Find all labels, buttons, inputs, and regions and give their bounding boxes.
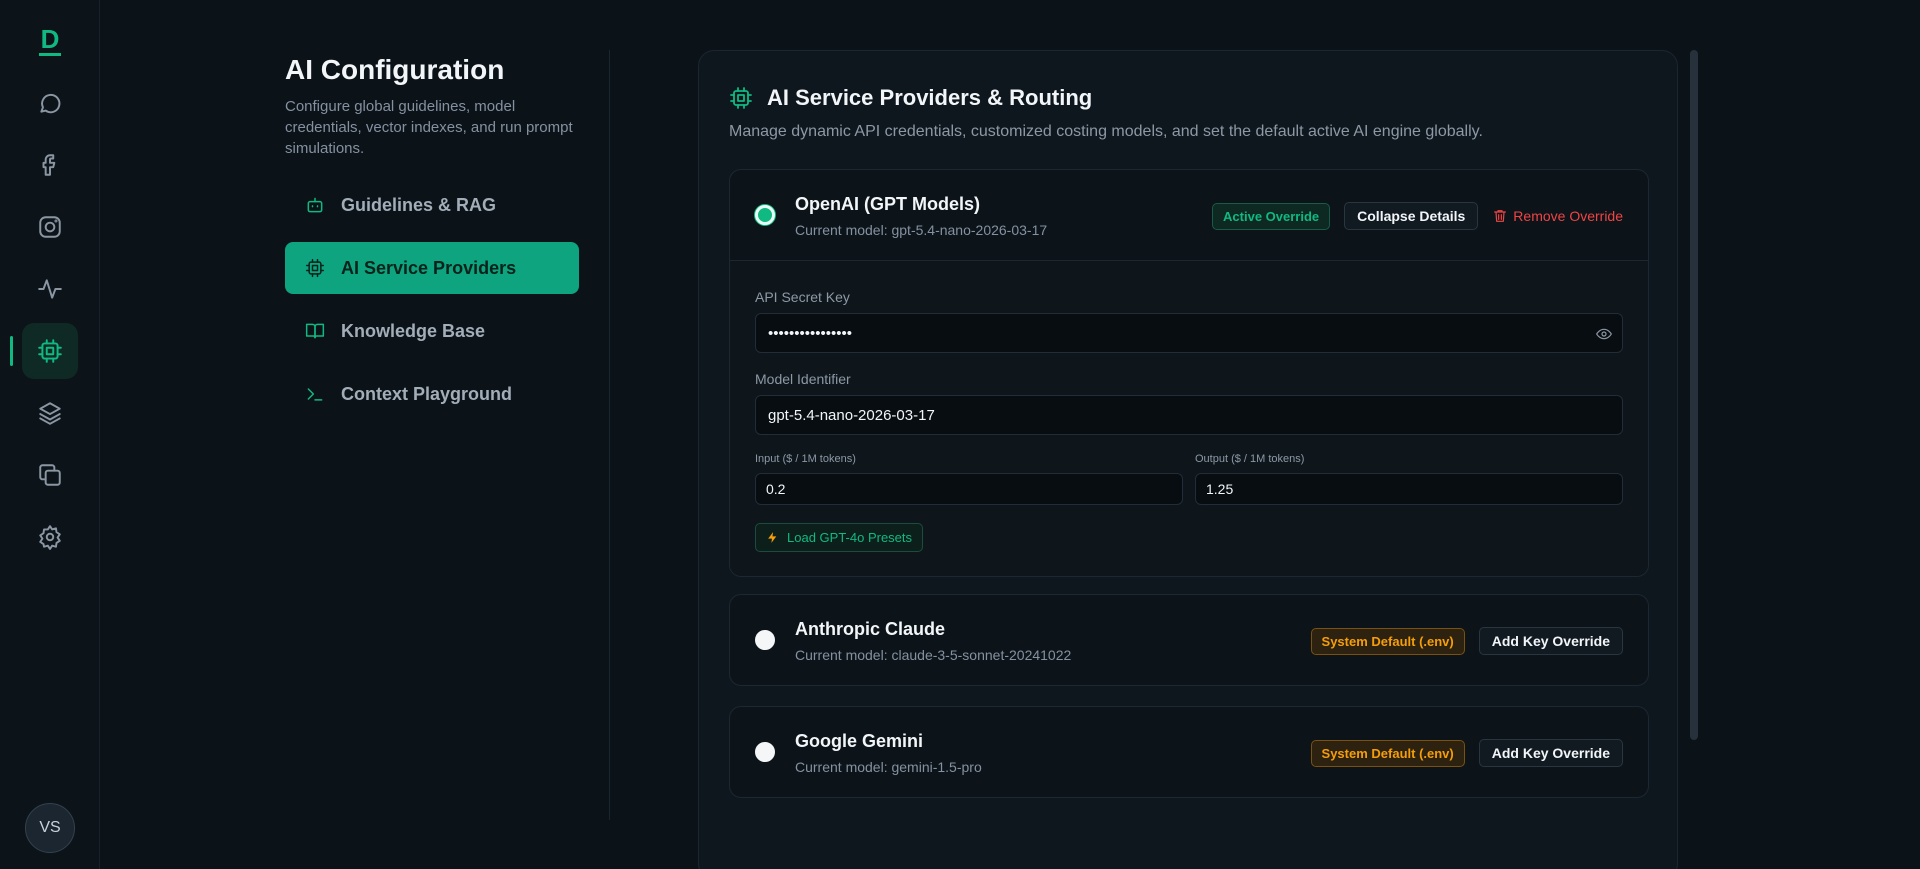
nav-item-label: AI Service Providers: [341, 257, 517, 278]
input-cost-input[interactable]: 0.2: [755, 473, 1183, 505]
output-cost-value: 1.25: [1206, 481, 1234, 497]
status-badge: System Default (.env): [1310, 627, 1465, 655]
collapse-details-button[interactable]: Collapse Details: [1344, 202, 1479, 230]
panel-description: Manage dynamic API credentials, customiz…: [729, 123, 1483, 140]
add-key-override-button[interactable]: Add Key Override: [1478, 627, 1623, 655]
provider-radio[interactable]: [755, 630, 775, 650]
provider-actions: Active Override Collapse Details Remove …: [1212, 202, 1623, 230]
provider-details: API Secret Key •••••••••••••••• Model Id…: [730, 260, 1648, 576]
load-presets-button[interactable]: Load GPT-4o Presets: [755, 523, 924, 552]
chip-icon: [730, 87, 752, 109]
panel-header: AI Service Providers & Routing: [729, 85, 1092, 111]
activity-icon[interactable]: [22, 261, 78, 317]
terminal-icon: [307, 388, 323, 401]
active-indicator: [10, 336, 13, 366]
instagram-icon[interactable]: [22, 199, 78, 255]
nav-item-context-playground[interactable]: Context Playground: [285, 368, 579, 420]
page-title: AI Configuration: [285, 54, 505, 85]
nav-item-ai-providers[interactable]: AI Service Providers: [285, 242, 579, 294]
input-cost-label: Input ($ / 1M tokens): [755, 453, 856, 465]
providers-panel: AI Service Providers & Routing Manage dy…: [698, 50, 1678, 869]
copy-icon[interactable]: [22, 447, 78, 503]
provider-name: Anthropic Claude: [795, 619, 946, 639]
provider-name: Google Gemini: [795, 731, 924, 751]
api-key-label: API Secret Key: [755, 289, 850, 305]
load-presets-label: Load GPT-4o Presets: [787, 530, 913, 545]
provider-card-anthropic: Anthropic Claude Current model: claude-3…: [729, 594, 1649, 686]
provider-card-google: Google Gemini Current model: gemini-1.5-…: [729, 706, 1649, 798]
settings-nav: Guidelines & RAG AI Service Providers Kn…: [285, 179, 609, 420]
api-key-input[interactable]: ••••••••••••••••: [755, 313, 1623, 353]
provider-card-openai: OpenAI (GPT Models) Current model: gpt-5…: [729, 169, 1649, 577]
provider-current-model: Current model: gemini-1.5-pro: [795, 759, 982, 775]
nav-item-label: Guidelines & RAG: [341, 194, 497, 215]
remove-override-label: Remove Override: [1513, 208, 1623, 224]
panel-title: AI Service Providers & Routing: [767, 85, 1093, 110]
add-key-override-button[interactable]: Add Key Override: [1478, 739, 1623, 767]
chip-icon: [305, 258, 325, 278]
status-badge: System Default (.env): [1310, 739, 1465, 767]
trash-icon: [1494, 210, 1507, 222]
page-description: Configure global guidelines, model crede…: [285, 98, 573, 157]
provider-header: OpenAI (GPT Models) Current model: gpt-5…: [730, 170, 1648, 260]
remove-override-button[interactable]: Remove Override: [1492, 208, 1623, 224]
lightning-icon: [768, 532, 777, 543]
model-identifier-value: gpt-5.4-nano-2026-03-17: [768, 406, 935, 424]
nav-item-guidelines[interactable]: Guidelines & RAG: [285, 179, 579, 231]
provider-name: OpenAI (GPT Models): [795, 194, 981, 214]
model-identifier-label: Model Identifier: [755, 371, 851, 387]
input-cost-value: 0.2: [766, 481, 786, 497]
facebook-icon[interactable]: [22, 137, 78, 193]
nav-item-label: Context Playground: [341, 383, 513, 404]
provider-current-model: Current model: claude-3-5-sonnet-2024102…: [795, 647, 1072, 663]
status-badge: Active Override: [1212, 202, 1331, 230]
chat-icon[interactable]: [22, 75, 78, 131]
api-key-value: ••••••••••••••••: [768, 324, 853, 342]
user-avatar[interactable]: VS: [25, 803, 75, 853]
bot-icon: [307, 197, 323, 213]
nav-item-knowledge-base[interactable]: Knowledge Base: [285, 305, 579, 357]
provider-radio[interactable]: [755, 742, 775, 762]
output-cost-input[interactable]: 1.25: [1195, 473, 1623, 505]
book-icon: [305, 323, 325, 339]
provider-actions: System Default (.env) Add Key Override: [1310, 739, 1623, 767]
provider-current-model: Current model: gpt-5.4-nano-2026-03-17: [795, 222, 1048, 238]
show-password-icon[interactable]: [1595, 326, 1613, 346]
settings-sidebar: AI Configuration Configure global guidel…: [285, 50, 610, 820]
provider-header: Google Gemini Current model: gemini-1.5-…: [730, 707, 1648, 797]
nav-item-label: Knowledge Base: [341, 320, 486, 341]
output-cost-label: Output ($ / 1M tokens): [1195, 453, 1305, 465]
icon-rail: D VS: [0, 0, 100, 869]
provider-actions: System Default (.env) Add Key Override: [1310, 627, 1623, 655]
provider-radio-selected[interactable]: [755, 205, 775, 225]
settings-gear-icon[interactable]: [22, 509, 78, 565]
ai-chip-icon[interactable]: [22, 323, 78, 379]
scrollbar[interactable]: [1690, 50, 1698, 740]
provider-header: Anthropic Claude Current model: claude-3…: [730, 595, 1648, 685]
model-identifier-input[interactable]: gpt-5.4-nano-2026-03-17: [755, 395, 1623, 435]
app-logo[interactable]: D: [37, 26, 63, 56]
layers-icon[interactable]: [22, 385, 78, 441]
cost-fields: Input ($ / 1M tokens) 0.2 Output ($ / 1M…: [755, 453, 1623, 505]
